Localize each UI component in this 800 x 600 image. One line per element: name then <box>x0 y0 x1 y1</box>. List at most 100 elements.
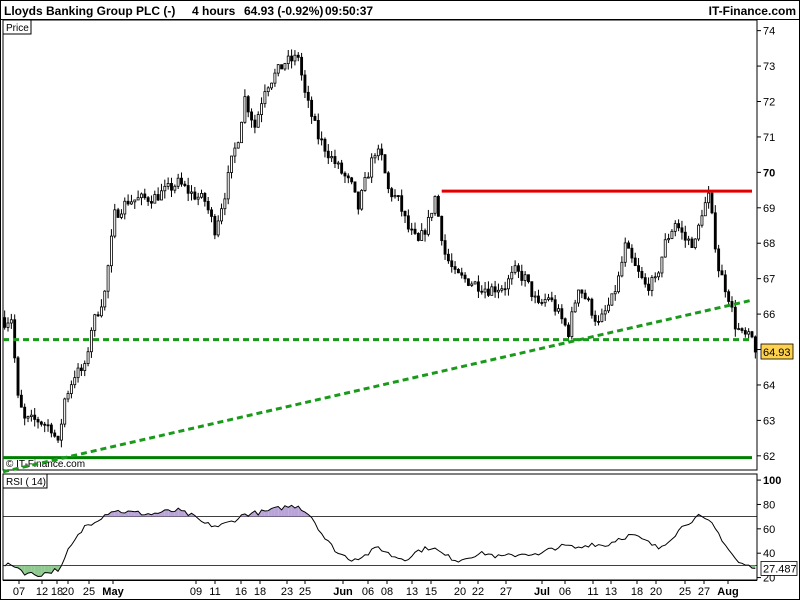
price-label: Price <box>6 23 29 34</box>
candle-body <box>210 209 213 217</box>
x-tick-label: 06 <box>362 586 374 598</box>
x-tick-label: 25 <box>299 586 311 598</box>
candle-body <box>126 200 130 205</box>
candle-body <box>673 223 677 232</box>
candle-body <box>83 363 87 371</box>
last-price-label: 64.93 <box>763 347 791 359</box>
candle-body <box>563 318 567 326</box>
candle-body <box>326 150 330 159</box>
candle-body <box>23 406 27 419</box>
candle-body <box>396 195 400 197</box>
candle-body <box>153 194 157 204</box>
candle-body <box>453 266 457 270</box>
candle-body <box>69 384 73 394</box>
candle-body <box>547 297 550 300</box>
price-y-tick-label: 71 <box>763 132 775 144</box>
candle-body <box>730 301 734 308</box>
candle-body <box>603 310 607 315</box>
candle-body <box>63 398 67 425</box>
candle-body <box>116 209 120 218</box>
candle-body <box>430 212 434 218</box>
price-y-tick-label: 70 <box>763 167 775 179</box>
candle-body <box>436 196 440 217</box>
candle-body <box>410 228 414 231</box>
interval-label: 4 hours <box>192 4 236 18</box>
candle-body <box>216 220 220 236</box>
candle-body <box>133 199 137 203</box>
candle-body <box>733 306 737 330</box>
x-tick-label: 12 <box>36 586 48 598</box>
candle-body <box>300 56 304 76</box>
x-tick-label: 13 <box>605 586 617 598</box>
candle-body <box>6 322 10 328</box>
candle-body <box>3 317 7 328</box>
rsi-y-tick-label: 100 <box>763 475 781 487</box>
x-tick-label: 18 <box>254 586 266 598</box>
candle-body <box>637 265 640 272</box>
candle-body <box>520 270 524 281</box>
x-tick-label: 20 <box>650 586 662 598</box>
candle-body <box>290 55 294 62</box>
candle-body <box>89 329 93 353</box>
candle-body <box>323 138 327 152</box>
candle-body <box>160 190 163 201</box>
rsi-oversold-fill <box>38 565 42 577</box>
candle-body <box>353 181 357 193</box>
x-tick-label: 06 <box>559 586 571 598</box>
candle-body <box>19 394 23 408</box>
candle-body <box>156 194 160 201</box>
candle-body <box>456 268 460 274</box>
x-tick-label: 11 <box>209 586 220 598</box>
candle-body <box>690 238 694 248</box>
candle-body <box>363 177 367 191</box>
candle-body <box>346 175 350 179</box>
candle-body <box>723 274 727 293</box>
outer-frame <box>0 0 800 600</box>
candle-body <box>597 320 600 323</box>
candle-body <box>503 288 507 291</box>
candle-body <box>677 223 681 229</box>
candle-body <box>660 256 664 274</box>
candle-body <box>490 286 494 296</box>
candle-body <box>650 277 654 291</box>
candle-body <box>390 188 394 198</box>
candle-body <box>657 272 661 278</box>
candle-body <box>583 292 587 300</box>
candle-body <box>717 248 721 272</box>
price-y-tick-label: 67 <box>763 274 775 286</box>
rsi-overbought-fill <box>164 509 169 517</box>
candle-body <box>486 288 490 296</box>
candle-body <box>540 302 544 304</box>
x-tick-label: 27 <box>698 586 710 598</box>
candle-body <box>476 281 480 292</box>
candle-body <box>270 82 274 89</box>
candle-body <box>370 157 374 178</box>
x-tick-label: 25 <box>83 586 95 598</box>
candle-body <box>587 298 590 301</box>
candle-body <box>260 103 263 115</box>
candle-body <box>710 192 714 214</box>
candle-body <box>647 283 651 291</box>
candle-body <box>567 324 570 337</box>
candle-body <box>310 99 314 117</box>
price-y-tick-label: 62 <box>763 451 775 463</box>
candle-body <box>600 313 604 322</box>
candle-body <box>580 289 584 294</box>
candle-body <box>243 96 247 123</box>
x-tick-label: 18 <box>631 586 643 598</box>
candle-body <box>220 208 223 222</box>
candle-body <box>386 172 390 190</box>
x-tick-label: 16 <box>235 586 247 598</box>
candle-body <box>76 367 80 379</box>
brand-label: IT-Finance.com <box>709 4 796 18</box>
chart-svg: Lloyds Banking Group PLC (-) 4 hours 64.93… <box>0 0 800 600</box>
candle-body <box>283 63 287 70</box>
candle-body <box>753 336 757 353</box>
candle-body <box>737 328 741 330</box>
candle-body <box>613 291 617 295</box>
x-tick-label: Jul <box>534 586 550 598</box>
candle-body <box>103 290 107 308</box>
rsi-oversold-fill <box>48 565 52 574</box>
candle-body <box>36 419 40 423</box>
candle-body <box>463 274 467 280</box>
